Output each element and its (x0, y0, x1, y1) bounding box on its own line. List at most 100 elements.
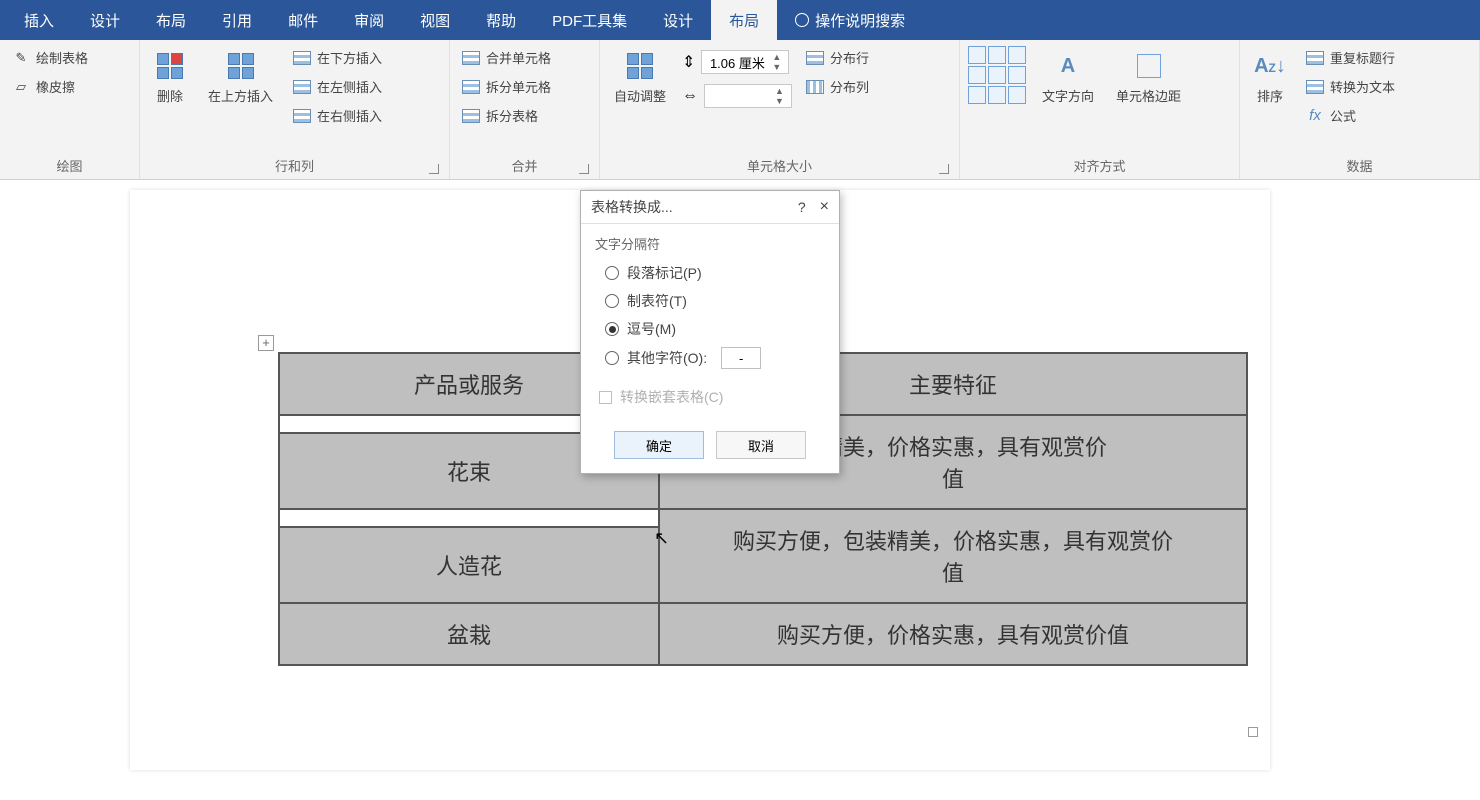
pencil-table-icon: ✎ (12, 49, 30, 67)
radio-icon (605, 351, 619, 365)
insert-below-button[interactable]: 在下方插入 (289, 46, 386, 69)
autofit-label: 自动调整 (614, 86, 666, 105)
tab-mailings[interactable]: 邮件 (270, 0, 336, 40)
dialog-launcher-icon[interactable] (429, 164, 439, 174)
tab-pdf-tools[interactable]: PDF工具集 (534, 0, 645, 40)
autofit-button[interactable]: 自动调整 (608, 46, 672, 109)
split-cells-icon (462, 78, 480, 96)
split-table-button[interactable]: 拆分表格 (458, 104, 555, 127)
tab-help[interactable]: 帮助 (468, 0, 534, 40)
repeat-header-label: 重复标题行 (1330, 48, 1395, 67)
eraser-icon: ▱ (12, 78, 30, 96)
formula-button[interactable]: fx公式 (1302, 104, 1399, 127)
formula-label: 公式 (1330, 106, 1356, 125)
autofit-icon (624, 50, 656, 82)
group-data: AZ↓ 排序 重复标题行 转换为文本 fx公式 数据 (1240, 40, 1480, 179)
text-direction-button[interactable]: A 文字方向 (1036, 46, 1100, 109)
help-icon[interactable]: ? (798, 199, 806, 215)
group-draw: ✎ 绘制表格 ▱ 橡皮擦 绘图 (0, 40, 140, 179)
merge-cells-button[interactable]: 合并单元格 (458, 46, 555, 69)
merge-cells-label: 合并单元格 (486, 48, 551, 67)
convert-table-dialog: 表格转换成... ? × 文字分隔符 段落标记(P) 制表符(T) 逗号(M) … (580, 190, 840, 474)
insert-right-button[interactable]: 在右侧插入 (289, 104, 386, 127)
delete-icon (154, 50, 186, 82)
close-icon[interactable]: × (820, 198, 829, 216)
eraser-label: 橡皮擦 (36, 77, 75, 96)
insert-below-icon (293, 49, 311, 67)
table-row[interactable]: 盆栽 购买方便，价格实惠，具有观赏价值 (279, 603, 1247, 665)
group-merge-label: 合并 (458, 152, 591, 177)
insert-left-label: 在左侧插入 (317, 77, 382, 96)
radio-label: 制表符(T) (627, 291, 687, 311)
table-row[interactable]: 购买方便，包装精美，价格实惠，具有观赏价 值 (279, 509, 1247, 527)
radio-other[interactable]: 其他字符(O): (605, 347, 825, 369)
ok-button[interactable]: 确定 (614, 431, 704, 459)
tab-layout[interactable]: 布局 (138, 0, 204, 40)
dialog-launcher-icon[interactable] (939, 164, 949, 174)
cell-margins-label: 单元格边距 (1116, 86, 1181, 105)
col-width-input[interactable]: ▲▼ (704, 84, 792, 108)
radio-icon (605, 322, 619, 336)
eraser-button[interactable]: ▱ 橡皮擦 (8, 75, 92, 98)
convert-to-text-button[interactable]: 转换为文本 (1302, 75, 1399, 98)
draw-table-label: 绘制表格 (36, 48, 88, 67)
radio-comma[interactable]: 逗号(M) (605, 319, 825, 339)
radio-paragraph[interactable]: 段落标记(P) (605, 263, 825, 283)
dialog-title: 表格转换成... (591, 197, 784, 217)
tab-view[interactable]: 视图 (402, 0, 468, 40)
table-cell[interactable]: 人造花 (279, 527, 659, 603)
cell-text: 购买方便，包装精美，价格实惠，具有观赏价 (733, 529, 1173, 554)
radio-tab[interactable]: 制表符(T) (605, 291, 825, 311)
group-alignment: A 文字方向 单元格边距 对齐方式 (960, 40, 1240, 179)
tell-me-search[interactable]: 操作说明搜索 (777, 10, 905, 31)
table-cell[interactable]: 购买方便，包装精美，价格实惠，具有观赏价 值 (659, 509, 1247, 603)
group-rows-cols-label: 行和列 (148, 152, 441, 177)
split-table-icon (462, 107, 480, 125)
nested-tables-checkbox: 转换嵌套表格(C) (599, 387, 825, 407)
split-cells-button[interactable]: 拆分单元格 (458, 75, 555, 98)
draw-table-button[interactable]: ✎ 绘制表格 (8, 46, 92, 69)
cell-text: 值 (942, 467, 964, 492)
split-table-label: 拆分表格 (486, 106, 538, 125)
distribute-cols-icon (806, 78, 824, 96)
dialog-launcher-icon[interactable] (579, 164, 589, 174)
cell-margins-icon (1133, 50, 1165, 82)
radio-label: 逗号(M) (627, 319, 676, 339)
row-height-input[interactable]: ▲▼ (701, 50, 789, 74)
merge-cells-icon (462, 49, 480, 67)
tab-review[interactable]: 审阅 (336, 0, 402, 40)
convert-text-icon (1306, 78, 1324, 96)
other-char-input[interactable] (721, 347, 761, 369)
distribute-cols-button[interactable]: 分布列 (802, 75, 873, 98)
tab-insert[interactable]: 插入 (6, 0, 72, 40)
tab-design[interactable]: 设计 (72, 0, 138, 40)
repeat-header-button[interactable]: 重复标题行 (1302, 46, 1399, 69)
dialog-titlebar[interactable]: 表格转换成... ? × (581, 191, 839, 224)
radio-icon (605, 266, 619, 280)
cell-text: 值 (942, 561, 964, 586)
tab-references[interactable]: 引用 (204, 0, 270, 40)
tab-table-layout[interactable]: 布局 (711, 0, 777, 40)
table-cell[interactable] (279, 509, 659, 527)
radio-icon (605, 294, 619, 308)
table-resize-handle[interactable] (1248, 727, 1258, 737)
insert-above-button[interactable]: 在上方插入 (202, 46, 279, 109)
table-cell[interactable]: 盆栽 (279, 603, 659, 665)
insert-above-label: 在上方插入 (208, 86, 273, 105)
cell-margins-button[interactable]: 单元格边距 (1110, 46, 1187, 109)
insert-left-button[interactable]: 在左侧插入 (289, 75, 386, 98)
table-cell[interactable]: 购买方便，价格实惠，具有观赏价值 (659, 603, 1247, 665)
cell-text: 装精美，价格实惠，具有观赏价 (799, 435, 1107, 460)
group-data-label: 数据 (1248, 152, 1471, 177)
dialog-body: 文字分隔符 段落标记(P) 制表符(T) 逗号(M) 其他字符(O): 转换嵌套… (581, 224, 839, 423)
checkbox-icon (599, 391, 612, 404)
cancel-button[interactable]: 取消 (716, 431, 806, 459)
table-anchor-icon[interactable]: + (258, 335, 274, 351)
convert-text-label: 转换为文本 (1330, 77, 1395, 96)
alignment-grid[interactable] (968, 46, 1026, 104)
separator-section-label: 文字分隔符 (595, 234, 825, 253)
tab-table-design[interactable]: 设计 (645, 0, 711, 40)
delete-button[interactable]: 删除 (148, 46, 192, 109)
sort-button[interactable]: AZ↓ 排序 (1248, 46, 1292, 109)
distribute-rows-button[interactable]: 分布行 (802, 46, 873, 69)
